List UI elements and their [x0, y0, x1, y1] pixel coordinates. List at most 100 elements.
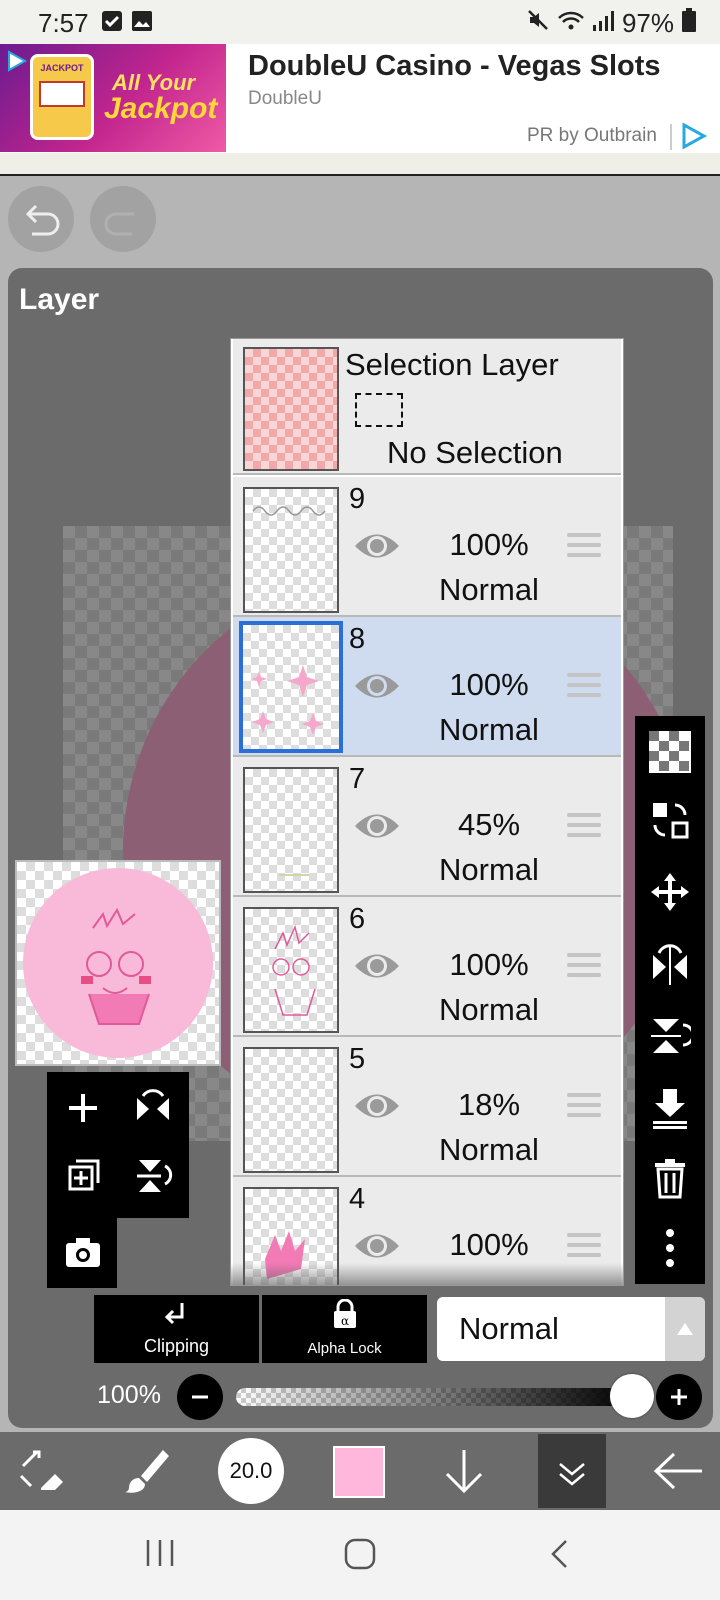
drag-handle-icon[interactable]	[567, 533, 601, 559]
visibility-eye-icon[interactable]	[353, 949, 401, 988]
ad-image-jackpot-top: JACKPOT	[40, 63, 84, 73]
flip-layer-icon[interactable]	[125, 1080, 181, 1136]
canvas-preview[interactable]	[15, 860, 221, 1066]
back-icon[interactable]	[548, 1538, 572, 1575]
transform-eraser-icon[interactable]	[14, 1432, 70, 1510]
layer-number: 8	[349, 623, 366, 655]
selection-marquee-icon	[355, 393, 403, 427]
move-icon[interactable]	[646, 868, 694, 916]
layer-menu-button[interactable]	[538, 1434, 606, 1508]
layer-opacity: 18%	[457, 1087, 521, 1122]
flip-horizontal-icon[interactable]	[646, 940, 694, 988]
alpha-lock-button[interactable]: α Alpha Lock	[262, 1295, 427, 1363]
recent-apps-icon[interactable]	[144, 1538, 176, 1573]
visibility-eye-icon[interactable]	[353, 669, 401, 708]
drag-handle-icon[interactable]	[567, 953, 601, 979]
layer-thumbnail	[243, 1047, 339, 1173]
status-bar: 7:57 97%	[0, 0, 720, 44]
signal-icon	[592, 8, 614, 39]
ad-attribution[interactable]: PR by Outbrain	[527, 125, 657, 147]
ad-title[interactable]: DoubleU Casino - Vegas Slots	[248, 50, 661, 83]
ad-image-jackpot: Jackpot	[104, 92, 218, 125]
trash-icon[interactable]	[646, 1154, 694, 1202]
layer-blend-mode: Normal	[439, 992, 539, 1027]
double-chevron-down-icon	[559, 1463, 585, 1486]
arrow-down-icon[interactable]	[436, 1432, 492, 1510]
layers-list[interactable]: Selection Layer No Selection 9 100% Norm…	[230, 338, 624, 1286]
camera-icon[interactable]	[55, 1224, 111, 1280]
preview-artwork	[23, 868, 213, 1058]
drag-handle-icon[interactable]	[567, 813, 601, 839]
rotate-layer-icon[interactable]	[125, 1148, 181, 1204]
layer-thumbnail	[239, 621, 343, 753]
ad-choices-icon[interactable]	[6, 50, 28, 77]
layer-opacity: 100%	[449, 667, 529, 702]
undo-button[interactable]	[8, 186, 74, 252]
color-swatch[interactable]	[333, 1446, 385, 1498]
checkbox-icon	[100, 9, 124, 33]
alpha-lock-label: Alpha Lock	[307, 1340, 382, 1357]
outbrain-logo-icon[interactable]	[680, 122, 708, 155]
drag-handle-icon[interactable]	[567, 1233, 601, 1259]
more-icon[interactable]	[646, 1224, 694, 1272]
image-icon	[130, 9, 154, 33]
layer-blend-mode: Normal	[439, 1132, 539, 1167]
layer-row-9[interactable]: 9 100% Normal	[233, 477, 621, 617]
layer-number: 7	[349, 763, 366, 795]
minus-icon	[192, 1395, 208, 1399]
merge-down-icon[interactable]	[646, 1084, 694, 1132]
ad-banner[interactable]: JACKPOT All Your Jackpot DoubleU Casino …	[0, 44, 720, 156]
layer-thumbnail	[243, 767, 339, 893]
add-layer-copy-icon[interactable]	[55, 1148, 111, 1204]
layer-opacity: 45%	[457, 807, 521, 842]
layer-blend-mode: Normal	[439, 712, 539, 747]
dropdown-arrow-icon[interactable]	[665, 1297, 705, 1361]
ad-image[interactable]: JACKPOT All Your Jackpot	[0, 44, 226, 152]
layer-thumbnail	[243, 907, 339, 1033]
visibility-eye-icon[interactable]	[353, 1089, 401, 1128]
battery-percent: 97%	[621, 8, 674, 38]
selection-layer-thumbnail	[243, 347, 339, 471]
redo-button[interactable]	[90, 186, 156, 252]
layer-opacity: 100%	[449, 1227, 529, 1262]
blend-mode-value: Normal	[459, 1311, 559, 1346]
opacity-increase-button[interactable]	[656, 1374, 702, 1420]
transparency-icon[interactable]	[646, 728, 694, 776]
ad-advertiser[interactable]: DoubleU	[248, 88, 322, 110]
flip-vertical-icon[interactable]	[646, 1012, 694, 1060]
brush-size-value: 20.0	[229, 1458, 273, 1483]
selection-layer[interactable]: Selection Layer No Selection	[233, 339, 621, 475]
blend-mode-select[interactable]: Normal	[437, 1297, 705, 1361]
brush-size-button[interactable]: 20.0	[218, 1438, 284, 1504]
layer-opacity: 100%	[449, 947, 529, 982]
layer-right-tools	[635, 716, 705, 1284]
add-layer-icon[interactable]	[55, 1080, 111, 1136]
visibility-eye-icon[interactable]	[353, 529, 401, 568]
ad-divider	[0, 153, 720, 176]
list-fade	[231, 1263, 623, 1285]
panel-title: Layer	[19, 283, 100, 316]
visibility-eye-icon[interactable]	[353, 809, 401, 848]
brush-icon[interactable]	[118, 1432, 174, 1510]
opacity-decrease-button[interactable]	[177, 1374, 223, 1420]
status-time: 7:57	[38, 8, 89, 38]
opacity-slider-knob[interactable]	[610, 1374, 654, 1418]
layer-row-6[interactable]: 6 100% Normal	[233, 897, 621, 1037]
home-icon[interactable]	[344, 1538, 376, 1575]
battery-icon	[682, 8, 696, 39]
layer-row-8[interactable]: 8 100% Normal	[233, 617, 621, 757]
layer-number: 6	[349, 903, 366, 935]
layer-left-tools	[47, 1072, 189, 1288]
drag-handle-icon[interactable]	[567, 1093, 601, 1119]
back-arrow-icon[interactable]	[648, 1432, 708, 1510]
app-root: 7:57 97% JACKPOT All Your Jackpot Double…	[0, 0, 720, 1600]
layer-row-5[interactable]: 5 18% Normal	[233, 1037, 621, 1177]
opacity-slider[interactable]	[236, 1388, 632, 1406]
layer-row-7[interactable]: 7 45% Normal	[233, 757, 621, 897]
layer-number: 4	[349, 1183, 366, 1215]
layer-thumbnail	[243, 487, 339, 613]
drag-handle-icon[interactable]	[567, 673, 601, 699]
layer-opacity: 100%	[449, 527, 529, 562]
clipping-button[interactable]: Clipping	[94, 1295, 259, 1363]
swap-layer-icon[interactable]	[646, 796, 694, 844]
